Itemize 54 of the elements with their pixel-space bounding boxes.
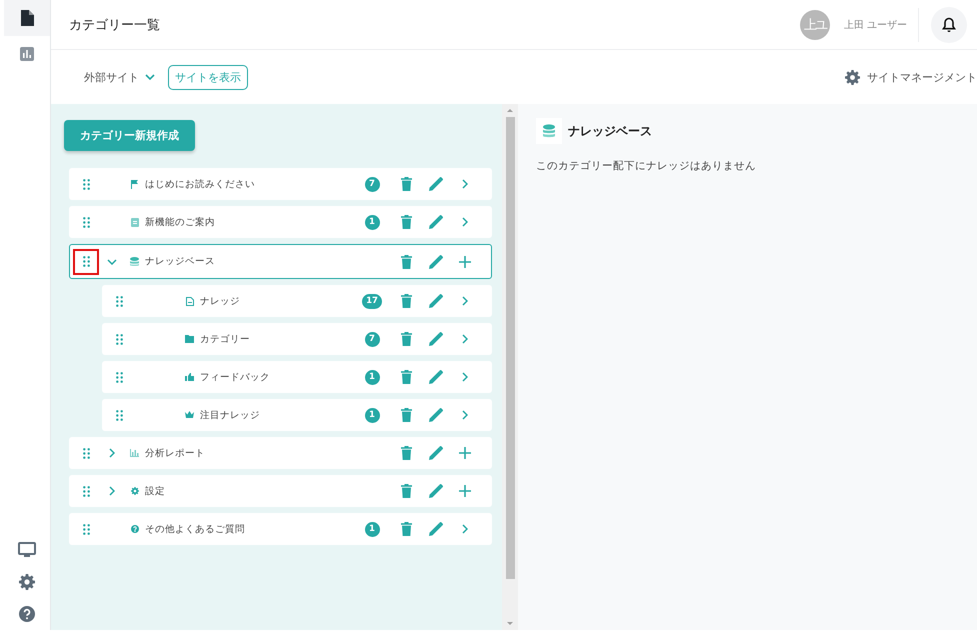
document-icon[interactable] <box>4 0 50 36</box>
thumbs-up-icon <box>185 373 194 381</box>
category-row[interactable]: 分析レポート <box>69 437 492 469</box>
item-count: 7 <box>364 176 380 192</box>
item-count: 17 <box>362 294 382 308</box>
category-row[interactable]: その他よくあるご質問 1 <box>69 513 492 545</box>
page-title: カテゴリー一覧 <box>69 16 161 34</box>
category-row[interactable]: カテゴリー 7 <box>102 323 492 355</box>
user-name[interactable]: 上田 ユーザー <box>844 18 907 32</box>
site-dropdown[interactable]: 外部サイト <box>84 70 155 84</box>
chevron-icon[interactable] <box>109 448 115 458</box>
chevron-icon[interactable] <box>107 258 117 264</box>
category-name: 分析レポート <box>145 446 206 460</box>
folder-icon <box>185 335 194 343</box>
category-name: 設定 <box>145 484 166 498</box>
category-row[interactable]: 注目ナレッジ 1 <box>102 399 492 431</box>
crown-icon <box>185 411 194 419</box>
category-name: ナレッジ <box>200 294 241 308</box>
scrollbar[interactable] <box>502 104 518 630</box>
document-icon <box>130 218 139 226</box>
drag-handle-icon[interactable] <box>73 248 99 274</box>
category-row[interactable]: 新機能のご案内 1 <box>69 206 492 238</box>
category-row[interactable]: はじめにお読みください 7 <box>69 168 492 200</box>
category-name: 注目ナレッジ <box>200 408 261 422</box>
category-name: その他よくあるご質問 <box>145 522 246 536</box>
category-title: ナレッジベース <box>568 122 652 140</box>
notification-button[interactable] <box>931 6 967 42</box>
empty-message: このカテゴリー配下にナレッジはありません <box>536 159 757 173</box>
item-count: 1 <box>364 370 380 384</box>
help-icon <box>130 525 139 533</box>
gear-icon <box>130 487 139 495</box>
bell-icon <box>942 16 956 32</box>
bar-chart-icon <box>130 449 139 457</box>
site-management-link[interactable]: サイトマネージメント <box>845 70 977 84</box>
flag-icon <box>130 180 139 188</box>
category-row[interactable]: 設定 <box>69 475 492 507</box>
file-icon <box>185 296 194 306</box>
category-name: はじめにお読みください <box>145 178 256 190</box>
category-name: フィードバック <box>200 370 271 384</box>
item-count: 1 <box>364 408 380 422</box>
settings-icon <box>845 70 860 84</box>
category-row[interactable]: フィードバック 1 <box>102 361 492 393</box>
category-name: カテゴリー <box>200 332 251 346</box>
category-row[interactable]: ナレッジベース <box>69 244 492 279</box>
item-count: 1 <box>364 522 380 536</box>
item-count: 7 <box>364 332 380 346</box>
category-name: 新機能のご案内 <box>145 216 216 228</box>
stack-icon <box>130 257 139 266</box>
item-count: 1 <box>364 214 380 230</box>
chevron-down-icon <box>145 74 155 80</box>
stack-icon <box>536 118 562 144</box>
chevron-icon[interactable] <box>109 486 115 496</box>
category-name: ナレッジベース <box>145 255 216 268</box>
category-row[interactable]: ナレッジ 17 <box>102 285 492 317</box>
